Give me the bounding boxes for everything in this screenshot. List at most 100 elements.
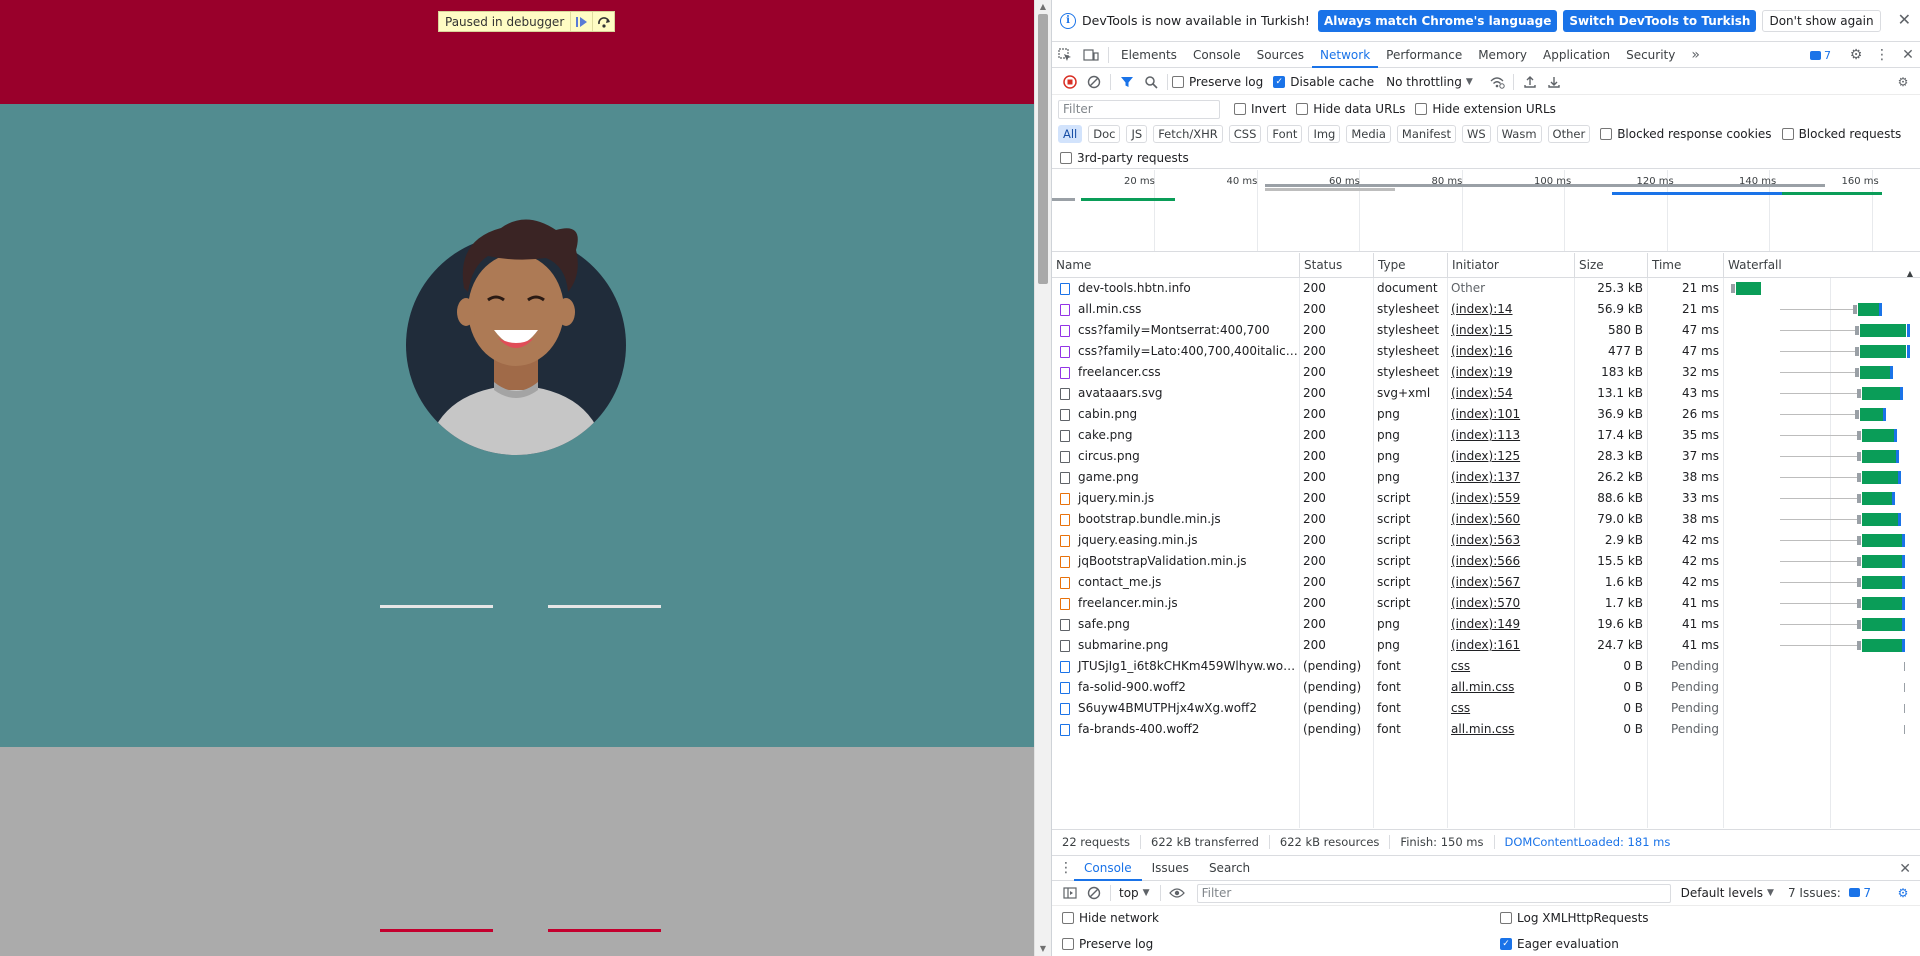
levels-chevron-down-icon[interactable]: ▼ xyxy=(1767,888,1774,898)
record-stop-icon[interactable] xyxy=(1058,70,1082,94)
table-row[interactable]: jqBootstrapValidation.min.js 200 script (in… xyxy=(1052,551,1920,572)
cell-initiator[interactable]: all.min.css xyxy=(1447,677,1574,698)
device-toolbar-icon[interactable] xyxy=(1078,42,1104,68)
drawer-tab-issues[interactable]: Issues xyxy=(1142,856,1199,881)
type-filter-all[interactable]: All xyxy=(1058,125,1083,143)
type-filter-other[interactable]: Other xyxy=(1547,125,1591,143)
col-waterfall[interactable]: Waterfall ▲ xyxy=(1723,253,1920,278)
page-scrollbar[interactable]: ▲ ▼ xyxy=(1034,0,1051,956)
table-row[interactable]: circus.png 200 png (index):125 28.3 kB 37 ms xyxy=(1052,446,1920,467)
filter-funnel-icon[interactable] xyxy=(1115,70,1139,94)
type-filter-wasm[interactable]: Wasm xyxy=(1496,125,1542,143)
context-select[interactable]: top xyxy=(1119,886,1139,900)
tab-application[interactable]: Application xyxy=(1535,42,1618,68)
type-filter-img[interactable]: Img xyxy=(1308,125,1341,143)
kebab-menu-icon[interactable]: ⋮ xyxy=(1869,47,1895,63)
close-infobar-icon[interactable]: ✕ xyxy=(1898,12,1911,28)
cell-initiator[interactable]: (index):563 xyxy=(1447,530,1574,551)
table-row[interactable]: submarine.png 200 png (index):161 24.7 kB 41 … xyxy=(1052,635,1920,656)
drawer-tab-search[interactable]: Search xyxy=(1199,856,1260,881)
cell-initiator[interactable]: (index):113 xyxy=(1447,425,1574,446)
console-preserve-log-box[interactable] xyxy=(1062,937,1074,950)
search-icon[interactable] xyxy=(1139,70,1163,94)
cell-initiator[interactable]: all.min.css xyxy=(1447,719,1574,740)
cell-initiator[interactable]: (index):560 xyxy=(1447,509,1574,530)
table-row[interactable]: jquery.easing.min.js 200 script (index):563… xyxy=(1052,530,1920,551)
cell-initiator[interactable]: (index):559 xyxy=(1447,488,1574,509)
cell-initiator[interactable]: (index):101 xyxy=(1447,404,1574,425)
type-filter-doc[interactable]: Doc xyxy=(1088,125,1121,143)
tab-elements[interactable]: Elements xyxy=(1113,42,1185,68)
cell-initiator[interactable]: (index):54 xyxy=(1447,383,1574,404)
close-devtools-icon[interactable]: ✕ xyxy=(1895,47,1920,63)
log-xhr-box[interactable] xyxy=(1500,911,1512,924)
context-chevron-down-icon[interactable]: ▼ xyxy=(1143,888,1150,898)
table-row[interactable]: all.min.css 200 stylesheet (index):14 56.9 k… xyxy=(1052,299,1920,320)
type-filter-manifest[interactable]: Manifest xyxy=(1396,125,1456,143)
table-row[interactable]: cabin.png 200 png (index):101 36.9 kB 26 ms xyxy=(1052,404,1920,425)
scroll-thumb[interactable] xyxy=(1038,14,1048,284)
dont-show-again-button[interactable]: Don't show again xyxy=(1762,9,1881,32)
disable-cache-box[interactable] xyxy=(1273,75,1286,88)
table-row[interactable]: jquery.min.js 200 script (index):559 88.6 kB… xyxy=(1052,488,1920,509)
type-filter-media[interactable]: Media xyxy=(1346,125,1391,143)
cell-initiator[interactable]: (index):566 xyxy=(1447,551,1574,572)
invert-box[interactable] xyxy=(1234,103,1246,115)
tab-performance[interactable]: Performance xyxy=(1378,42,1470,68)
col-type[interactable]: Type xyxy=(1373,253,1447,278)
cell-initiator[interactable]: (index):19 xyxy=(1447,362,1574,383)
live-expression-eye-icon[interactable] xyxy=(1165,881,1189,905)
inspect-element-icon[interactable] xyxy=(1052,42,1078,68)
issues-counter[interactable]: 7 xyxy=(1810,49,1831,62)
table-row[interactable]: S6uyw4BMUTPHjx4wXg.woff2 (pending) font css… xyxy=(1052,698,1920,719)
table-row[interactable]: freelancer.css 200 stylesheet (index):19 183… xyxy=(1052,362,1920,383)
cell-initiator[interactable]: (index):137 xyxy=(1447,467,1574,488)
settings-gear-icon[interactable]: ⚙ xyxy=(1843,47,1869,63)
cell-initiator[interactable]: (index):15 xyxy=(1447,320,1574,341)
type-filter-ws[interactable]: WS xyxy=(1461,125,1491,143)
table-row[interactable]: css?family=Montserrat:400,700 200 styleshe… xyxy=(1052,320,1920,341)
table-row[interactable]: freelancer.min.js 200 script (index):570 1.7… xyxy=(1052,593,1920,614)
col-initiator[interactable]: Initiator xyxy=(1447,253,1574,278)
step-over-button[interactable] xyxy=(592,12,614,31)
table-row[interactable]: bootstrap.bundle.min.js 200 script (index):… xyxy=(1052,509,1920,530)
col-name[interactable]: Name xyxy=(1052,253,1299,278)
cell-initiator[interactable]: css xyxy=(1447,656,1574,677)
disable-cache-checkbox[interactable]: Disable cache xyxy=(1273,75,1374,89)
console-clear-icon[interactable] xyxy=(1082,881,1106,905)
type-filter-font[interactable]: Font xyxy=(1267,125,1303,143)
hide-network-checkbox[interactable]: Hide network xyxy=(1062,911,1159,925)
cell-initiator[interactable]: (index):570 xyxy=(1447,593,1574,614)
log-levels-select[interactable]: Default levels xyxy=(1681,886,1763,900)
hide-data-urls-checkbox[interactable]: Hide data URLs xyxy=(1296,102,1405,116)
cell-initiator[interactable]: (index):567 xyxy=(1447,572,1574,593)
chevron-down-icon[interactable]: ▼ xyxy=(1466,77,1473,87)
col-status[interactable]: Status xyxy=(1299,253,1373,278)
network-filter-input[interactable]: Filter xyxy=(1058,99,1220,119)
blocked-requests-checkbox[interactable]: Blocked requests xyxy=(1781,127,1901,141)
cell-initiator[interactable]: (index):161 xyxy=(1447,635,1574,656)
table-row[interactable]: dev-tools.hbtn.info 200 document Other 25.3 … xyxy=(1052,278,1920,299)
hide-extension-urls-box[interactable] xyxy=(1415,103,1428,115)
type-filter-css[interactable]: CSS xyxy=(1228,125,1262,143)
always-match-language-button[interactable]: Always match Chrome's language xyxy=(1317,9,1558,32)
hide-extension-urls-checkbox[interactable]: Hide extension URLs xyxy=(1415,102,1556,116)
type-filter-fetch-xhr[interactable]: Fetch/XHR xyxy=(1153,125,1223,143)
table-row[interactable]: avataaars.svg 200 svg+xml (index):54 13.1 kB… xyxy=(1052,383,1920,404)
blocked-response-cookies-checkbox[interactable]: Blocked response cookies xyxy=(1600,127,1772,141)
throttling-select[interactable]: No throttling xyxy=(1386,75,1462,89)
preserve-log-checkbox[interactable]: Preserve log xyxy=(1172,75,1263,89)
resume-button[interactable] xyxy=(570,12,592,31)
table-row[interactable]: contact_me.js 200 script (index):567 1.6 kB 4… xyxy=(1052,572,1920,593)
preserve-log-box[interactable] xyxy=(1172,75,1184,88)
import-har-icon[interactable] xyxy=(1518,70,1542,94)
table-row[interactable]: cake.png 200 png (index):113 17.4 kB 35 ms xyxy=(1052,425,1920,446)
table-row[interactable]: game.png 200 png (index):137 26.2 kB 38 ms xyxy=(1052,467,1920,488)
table-row[interactable]: css?family=Lato:400,700,400italic,700ita… xyxy=(1052,341,1920,362)
tab-console[interactable]: Console xyxy=(1185,42,1249,68)
type-filter-js[interactable]: JS xyxy=(1126,125,1148,143)
cell-initiator[interactable]: (index):125 xyxy=(1447,446,1574,467)
tab-sources[interactable]: Sources xyxy=(1249,42,1312,68)
console-filter-input[interactable]: Filter xyxy=(1196,883,1671,903)
invert-checkbox[interactable]: Invert xyxy=(1234,102,1286,116)
